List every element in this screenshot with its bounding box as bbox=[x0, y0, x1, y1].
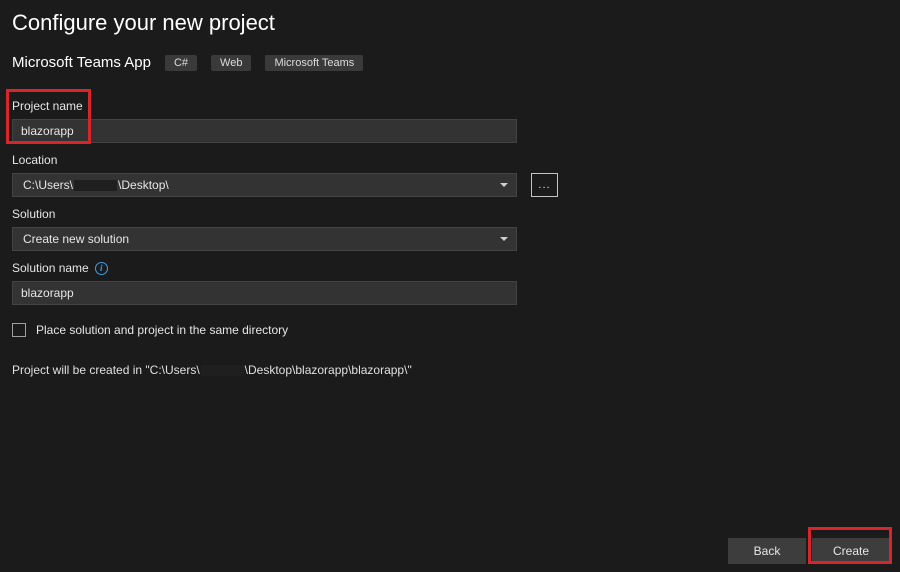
project-name-input[interactable] bbox=[12, 119, 517, 143]
location-combo[interactable]: C:\Users\ \Desktop\ bbox=[12, 173, 517, 197]
status-prefix: Project will be created in "C:\Users\ bbox=[12, 363, 200, 377]
template-row: Microsoft Teams App C# Web Microsoft Tea… bbox=[0, 54, 900, 89]
tag-csharp: C# bbox=[165, 55, 197, 71]
project-path-status: Project will be created in "C:\Users\ \De… bbox=[12, 363, 888, 377]
same-directory-label: Place solution and project in the same d… bbox=[36, 323, 288, 337]
redacted-text bbox=[201, 365, 244, 376]
chevron-down-icon bbox=[500, 183, 508, 187]
info-icon[interactable]: i bbox=[95, 262, 108, 275]
template-name: Microsoft Teams App bbox=[12, 54, 151, 71]
solution-name-input[interactable] bbox=[12, 281, 517, 305]
page-title: Configure your new project bbox=[0, 0, 900, 54]
tag-microsoft-teams: Microsoft Teams bbox=[265, 55, 363, 71]
browse-button[interactable]: ... bbox=[531, 173, 558, 197]
solution-value: Create new solution bbox=[23, 232, 129, 246]
location-value-suffix: \Desktop\ bbox=[118, 178, 169, 192]
location-label: Location bbox=[12, 153, 888, 167]
status-suffix: \Desktop\blazorapp\blazorapp\" bbox=[245, 363, 412, 377]
solution-combo[interactable]: Create new solution bbox=[12, 227, 517, 251]
chevron-down-icon bbox=[500, 237, 508, 241]
project-name-label: Project name bbox=[12, 99, 888, 113]
same-directory-checkbox[interactable] bbox=[12, 323, 26, 337]
location-value-prefix: C:\Users\ bbox=[23, 178, 73, 192]
solution-label: Solution bbox=[12, 207, 888, 221]
back-button[interactable]: Back bbox=[728, 538, 806, 564]
footer-buttons: Back Create bbox=[728, 538, 890, 564]
solution-name-text: Solution name bbox=[12, 261, 89, 275]
tag-web: Web bbox=[211, 55, 251, 71]
create-button[interactable]: Create bbox=[812, 538, 890, 564]
redacted-text bbox=[74, 180, 117, 191]
solution-name-label: Solution name i bbox=[12, 261, 888, 275]
